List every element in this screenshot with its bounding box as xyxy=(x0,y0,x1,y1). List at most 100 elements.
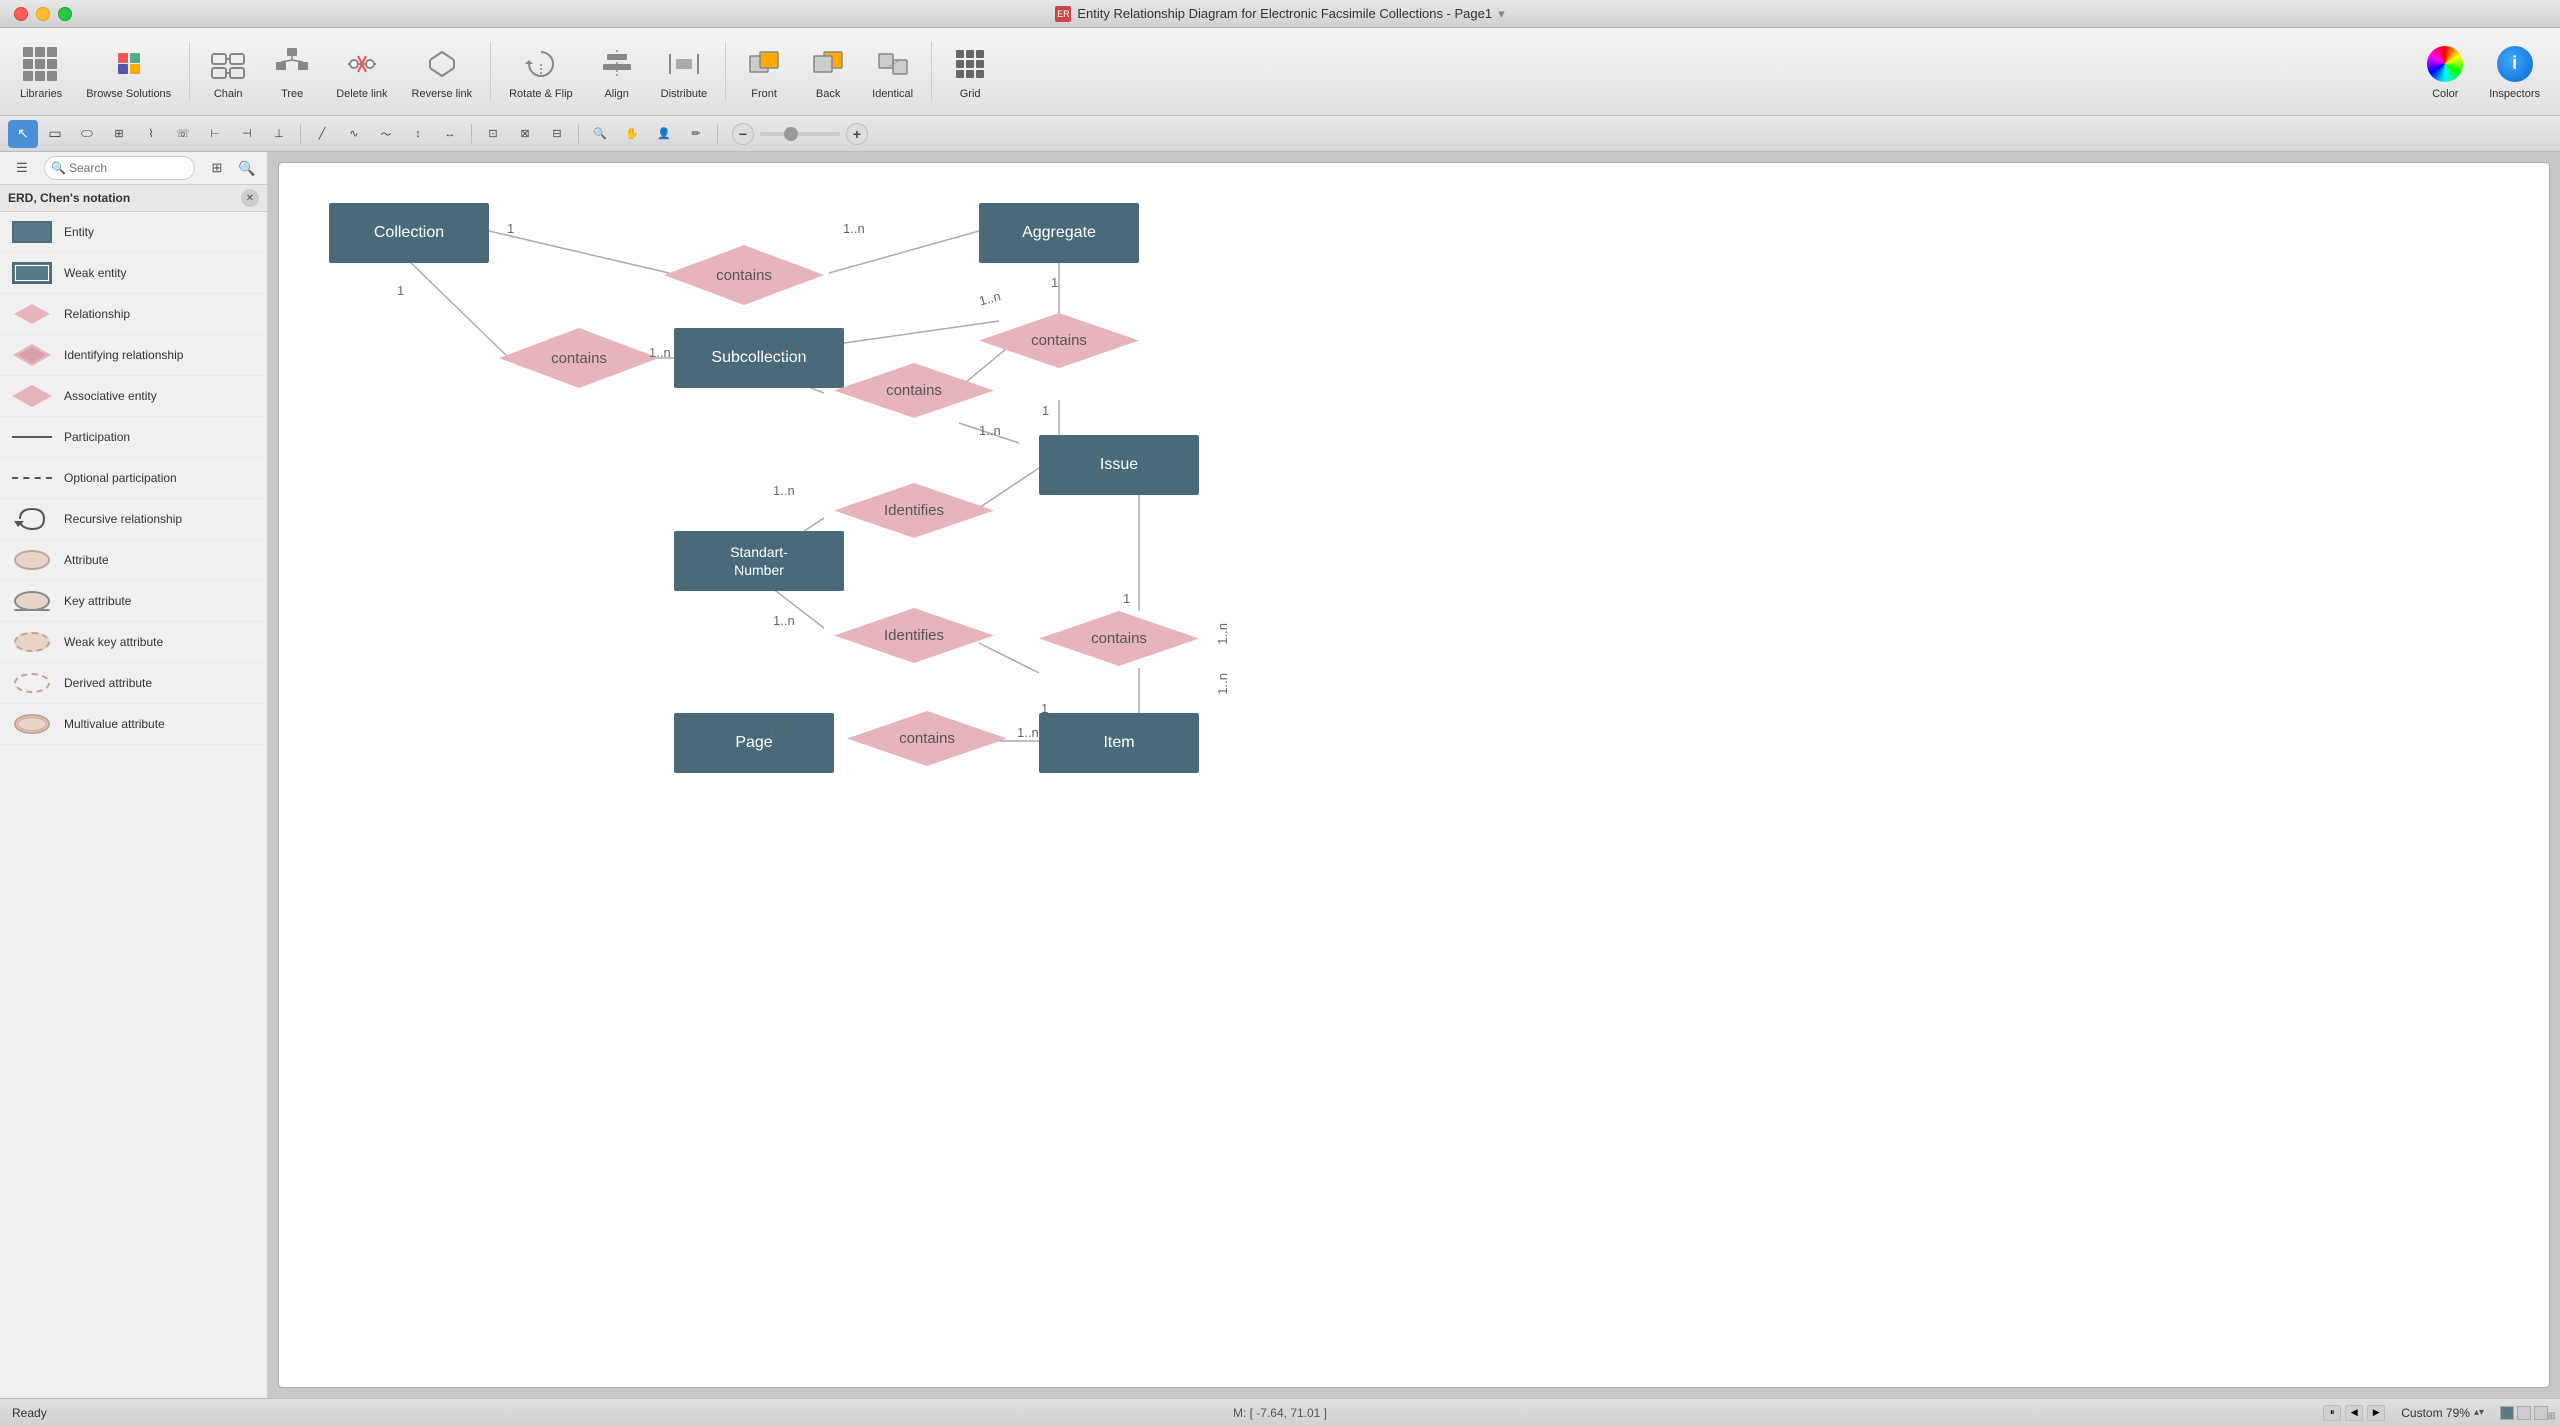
align-button[interactable]: Align xyxy=(587,34,647,110)
arrow-v-tool[interactable]: ↕ xyxy=(403,120,433,148)
attribute-preview xyxy=(10,546,54,574)
zoom-tool[interactable]: 🔍 xyxy=(585,120,615,148)
sidebar-item-weak-entity[interactable]: Weak entity xyxy=(0,253,267,294)
diagram-canvas[interactable]: Collection Aggregate Subcollection Issue… xyxy=(278,162,2550,1388)
transform2-tool[interactable]: ⊟ xyxy=(542,120,572,148)
entity-item[interactable]: Item xyxy=(1039,713,1199,773)
window-title: ER Entity Relationship Diagram for Elect… xyxy=(1055,6,1504,22)
close-button[interactable] xyxy=(14,7,28,21)
relationship-contains3[interactable]: contains xyxy=(979,313,1139,368)
sidebar-search-button[interactable]: 🔍 xyxy=(235,156,259,180)
libraries-icon xyxy=(21,44,61,84)
search-input[interactable] xyxy=(44,156,195,180)
zoom-chevron[interactable]: ▴▾ xyxy=(2474,1407,2484,1418)
status-text: Ready xyxy=(12,1406,2307,1420)
arrow-h-tool[interactable]: ↔ xyxy=(435,120,465,148)
sidebar-item-relationship[interactable]: Relationship xyxy=(0,294,267,335)
grid-label: Grid xyxy=(960,88,981,100)
entity-collection[interactable]: Collection xyxy=(329,203,489,263)
rotate-flip-label: Rotate & Flip xyxy=(509,88,573,100)
panel-close-button[interactable]: ✕ xyxy=(241,189,259,207)
main-toolbar: Libraries Browse Solutions xyxy=(0,28,2560,116)
minimize-button[interactable] xyxy=(36,7,50,21)
ellipse-tool[interactable]: ⬭ xyxy=(72,120,102,148)
transform1-tool[interactable]: ⊠ xyxy=(510,120,540,148)
person-tool[interactable]: 👤 xyxy=(649,120,679,148)
entity-aggregate[interactable]: Aggregate xyxy=(979,203,1139,263)
sidebar-item-identifying-rel[interactable]: Identifying relationship xyxy=(0,335,267,376)
sidebar-item-attribute[interactable]: Attribute xyxy=(0,540,267,581)
sidebar-item-multivalue-attribute[interactable]: Multivalue attribute xyxy=(0,704,267,745)
rect-tool[interactable]: ▭ xyxy=(40,120,70,148)
fork-tool-3[interactable]: ⊥ xyxy=(264,120,294,148)
inspectors-button[interactable]: i Inspectors xyxy=(2479,34,2550,110)
maximize-button[interactable] xyxy=(58,7,72,21)
entity-issue[interactable]: Issue xyxy=(1039,435,1199,495)
sidebar-grid-view[interactable]: ⊞ xyxy=(203,156,231,180)
fork-tool-1[interactable]: ⊢ xyxy=(200,120,230,148)
sidebar-item-recursive-rel[interactable]: Recursive relationship xyxy=(0,499,267,540)
hand-tool[interactable]: ✋ xyxy=(617,120,647,148)
front-button[interactable]: Front xyxy=(734,34,794,110)
sidebar-item-weak-key-attribute[interactable]: Weak key attribute xyxy=(0,622,267,663)
reverse-link-button[interactable]: Reverse link xyxy=(402,34,483,110)
relationship-contains5[interactable]: contains xyxy=(1039,611,1199,666)
rotate-flip-button[interactable]: Rotate & Flip xyxy=(499,34,583,110)
prev-page-button[interactable]: ◀ xyxy=(2345,1405,2363,1421)
participation-label: Participation xyxy=(64,430,130,444)
page-dot-1[interactable] xyxy=(2500,1406,2514,1420)
label-iss-contains-t: 1 xyxy=(1123,591,1130,606)
delete-link-button[interactable]: Delete link xyxy=(326,34,397,110)
entity-page[interactable]: Page xyxy=(674,713,834,773)
sidebar-item-key-attribute[interactable]: Key attribute xyxy=(0,581,267,622)
color-button[interactable]: Color xyxy=(2415,34,2475,110)
select2-tool[interactable]: ⊡ xyxy=(478,120,508,148)
libraries-button[interactable]: Libraries xyxy=(10,34,72,110)
pen-tool[interactable]: ✏ xyxy=(681,120,711,148)
entity-standart-number[interactable]: Standart-Number xyxy=(674,531,844,591)
sidebar-list-view[interactable]: ☰ xyxy=(8,156,36,180)
select-tool[interactable]: ↖ xyxy=(8,120,38,148)
relationship-contains4[interactable]: contains xyxy=(834,363,994,418)
grid-button[interactable]: Grid xyxy=(940,34,1000,110)
pause-button[interactable]: ⏸ xyxy=(2323,1405,2341,1421)
weak-entity-label: Weak entity xyxy=(64,266,126,280)
sidebar-item-participation[interactable]: Participation xyxy=(0,417,267,458)
back-button[interactable]: Back xyxy=(798,34,858,110)
chain-button[interactable]: Chain xyxy=(198,34,258,110)
wave-tool[interactable]: 〜 xyxy=(371,120,401,148)
search-container: 🔍 xyxy=(44,156,195,180)
relationship-contains1[interactable]: contains xyxy=(664,245,824,305)
sidebar-item-derived-attribute[interactable]: Derived attribute xyxy=(0,663,267,704)
table-tool[interactable]: ⊞ xyxy=(104,120,134,148)
connector-tool[interactable]: ⌇ xyxy=(136,120,166,148)
zoom-out-button[interactable]: − xyxy=(732,123,754,145)
sidebar-item-optional-participation[interactable]: Optional participation xyxy=(0,458,267,499)
fork-tool-2[interactable]: ⊣ xyxy=(232,120,262,148)
next-page-button[interactable]: ▶ xyxy=(2367,1405,2385,1421)
browse-solutions-button[interactable]: Browse Solutions xyxy=(76,34,181,110)
label-sub-r: 1..n xyxy=(781,345,803,360)
relationship-shape xyxy=(14,304,50,324)
line-tool[interactable]: ╱ xyxy=(307,120,337,148)
zoom-in-button[interactable]: + xyxy=(846,123,868,145)
tree-button[interactable]: Tree xyxy=(262,34,322,110)
identical-button[interactable]: Identical xyxy=(862,34,923,110)
phone-tool[interactable]: ☏ xyxy=(168,120,198,148)
relationship-contains2[interactable]: contains xyxy=(499,328,659,388)
page-dot-2[interactable] xyxy=(2517,1406,2531,1420)
entity-subcollection[interactable]: Subcollection xyxy=(674,328,844,388)
delete-link-label: Delete link xyxy=(336,88,387,100)
toolbar-divider-3 xyxy=(725,42,726,102)
relationship-identifies1[interactable]: Identifies xyxy=(834,483,994,538)
bottom-bar: Ready ⏸ ◀ ▶ Custom 79% ▴▾ M: [ -7.64, 71… xyxy=(0,1398,2560,1426)
zoom-slider[interactable] xyxy=(760,132,840,136)
relationship-contains6[interactable]: contains xyxy=(847,711,1007,766)
resize-handle[interactable]: ⊞ xyxy=(2548,1411,2556,1422)
sidebar-item-assoc-entity[interactable]: Associative entity xyxy=(0,376,267,417)
sidebar-item-entity[interactable]: Entity xyxy=(0,212,267,253)
relationship-identifies2[interactable]: Identifies xyxy=(834,608,994,663)
page-dot-3[interactable] xyxy=(2534,1406,2548,1420)
distribute-button[interactable]: Distribute xyxy=(651,34,717,110)
curve-tool[interactable]: ∿ xyxy=(339,120,369,148)
